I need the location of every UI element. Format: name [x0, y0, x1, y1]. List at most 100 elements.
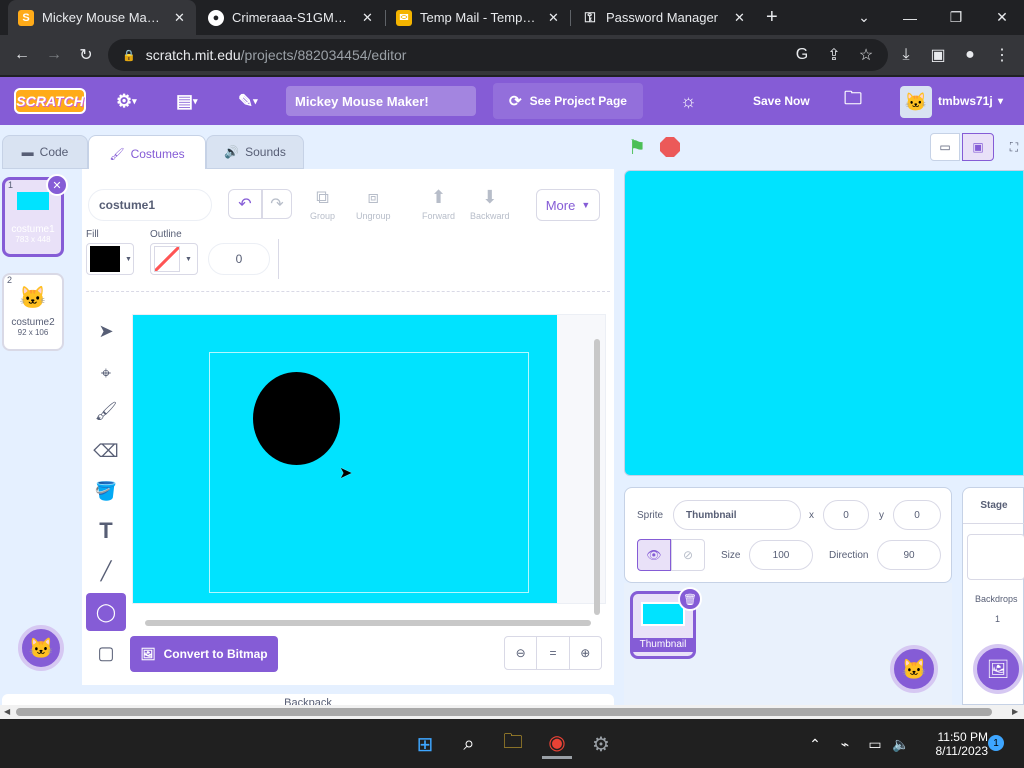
new-tab-icon[interactable]: + [766, 6, 778, 29]
forward-button[interactable]: ⬆ Forward [422, 187, 455, 221]
size-input[interactable]: 100 [749, 540, 813, 570]
sprite-name-input[interactable]: Thumbnail [673, 500, 801, 530]
stage-selector-panel[interactable]: Stage Backdrops 1 🖼 [962, 487, 1024, 705]
costume-name-input[interactable]: costume1 [88, 189, 212, 221]
fullscreen-icon[interactable]: ⛶ [1004, 133, 1024, 161]
choose-backdrop-button[interactable]: 🖼 [973, 644, 1023, 694]
restore-icon[interactable]: ❐ [936, 0, 976, 35]
group-button[interactable]: ⧉ Group [310, 187, 335, 221]
zoom-in-icon[interactable]: ⊕ [570, 637, 601, 669]
close-tab-icon[interactable]: ✕ [174, 10, 186, 26]
chrome-icon[interactable]: ◉ [542, 729, 572, 759]
back-icon[interactable]: ← [10, 43, 34, 67]
minimize-icon[interactable]: — [890, 0, 930, 35]
bookmark-star-icon[interactable]: ☆ [854, 43, 878, 67]
settings-gear-icon[interactable]: ⚙ [586, 729, 616, 759]
project-title-input[interactable]: Mickey Mouse Maker! [286, 86, 476, 116]
outline-color-picker[interactable]: ▼ [150, 243, 198, 275]
undo-icon[interactable]: ↶ [228, 189, 262, 219]
google-icon[interactable]: G [790, 43, 814, 67]
my-stuff-folder-icon[interactable]: 🗀 [844, 77, 862, 125]
browser-tab[interactable]: ⚿ Password Manager ✕ [572, 0, 756, 35]
save-now-button[interactable]: Save Now [753, 77, 810, 125]
close-tab-icon[interactable]: ✕ [362, 10, 374, 26]
scrollbar-thumb[interactable] [16, 708, 992, 716]
scroll-right-icon[interactable]: ▶ [1012, 707, 1018, 716]
vertical-scrollbar[interactable] [594, 339, 600, 615]
close-tab-icon[interactable]: ✕ [734, 10, 746, 26]
stage[interactable] [624, 170, 1024, 476]
network-icon[interactable]: ⌁ [830, 729, 860, 759]
volume-icon[interactable]: 🔈 [886, 729, 916, 759]
select-tool-icon[interactable]: ➤ [88, 313, 124, 349]
line-tool-icon[interactable]: ╱ [88, 553, 124, 589]
normal-stage-icon[interactable]: ▣ [962, 133, 994, 161]
search-icon[interactable]: ⌕ [454, 729, 484, 759]
hide-sprite-icon[interactable]: ⊘ [671, 539, 705, 571]
ungroup-button[interactable]: ⧈ Ungroup [356, 187, 391, 221]
clock[interactable]: 11:50 PM 8/11/2023 [918, 730, 989, 758]
circle-tool-icon[interactable]: ◯ [86, 593, 126, 631]
more-menu-button[interactable]: More ▼ [536, 189, 600, 221]
show-hidden-icons-icon[interactable]: ⌃ [800, 729, 830, 759]
windows-start-icon[interactable]: ⊞ [410, 729, 440, 759]
tab-sounds[interactable]: 🔊 Sounds [206, 135, 304, 169]
zoom-reset-button[interactable]: = [536, 637, 570, 669]
scratch-logo[interactable]: SCRATCH [14, 88, 86, 114]
browser-tab-active[interactable]: S Mickey Mouse Maker! - Scratch ✕ [8, 0, 196, 35]
profile-icon[interactable]: ● [958, 43, 982, 67]
backpack-header[interactable]: Backpack [2, 694, 614, 705]
black-ellipse-shape[interactable] [253, 372, 340, 465]
close-tab-icon[interactable]: ✕ [548, 10, 560, 26]
avatar[interactable]: 🐱 [900, 86, 932, 118]
paint-canvas[interactable]: ➤ [133, 315, 557, 603]
page-horizontal-scrollbar[interactable]: ◀ ▶ [0, 705, 1024, 719]
download-icon[interactable]: ⤓ [894, 43, 918, 67]
convert-to-bitmap-button[interactable]: 🖼 Convert to Bitmap [130, 636, 278, 672]
tab-search-icon[interactable]: ⌄ [844, 0, 884, 35]
share-icon[interactable]: ⇪ [822, 43, 846, 67]
x-input[interactable]: 0 [823, 500, 869, 530]
y-input[interactable]: 0 [893, 500, 941, 530]
redo-icon[interactable]: ↷ [262, 189, 292, 219]
zoom-out-icon[interactable]: ⊖ [505, 637, 536, 669]
tab-costumes[interactable]: 🖌 Costumes [88, 135, 206, 171]
rectangle-tool-icon[interactable]: ▢ [88, 635, 124, 671]
settings-gear-icon[interactable]: ⚙ ▾ [116, 77, 137, 125]
eraser-tool-icon[interactable]: ⌫ [88, 433, 124, 469]
text-tool-icon[interactable]: T [88, 513, 124, 549]
green-flag-icon[interactable]: ⚑ [628, 135, 646, 160]
username[interactable]: tmbws71j [938, 77, 993, 125]
forward-icon[interactable]: → [42, 43, 66, 67]
browser-tab[interactable]: ✉ Temp Mail - Temporary Email ✕ [386, 0, 570, 35]
fill-color-picker[interactable]: ▼ [86, 243, 134, 275]
direction-input[interactable]: 90 [877, 540, 941, 570]
delete-sprite-icon[interactable]: 🗑 [678, 587, 702, 611]
costume-tile[interactable]: 2 🐱 costume2 92 x 106 [2, 273, 64, 351]
brush-tool-icon[interactable]: 🖌 [88, 393, 124, 429]
reshape-tool-icon[interactable]: ⌖ [88, 355, 124, 391]
file-explorer-icon[interactable]: 🗀 [498, 729, 528, 759]
tab-code[interactable]: ▬ Code [2, 135, 88, 169]
fill-bucket-tool-icon[interactable]: 🪣 [88, 473, 124, 509]
account-dropdown-icon[interactable]: ▾ [998, 77, 1003, 125]
choose-costume-button[interactable]: 🐱 [18, 625, 64, 671]
reload-icon[interactable]: ↻ [74, 43, 98, 67]
see-project-page-button[interactable]: ⟳ See Project Page [493, 83, 643, 119]
close-window-icon[interactable]: ✕ [982, 0, 1022, 35]
small-stage-icon[interactable]: ▭ [930, 133, 960, 161]
edit-menu-icon[interactable]: ✎ ▾ [238, 77, 258, 125]
backward-button[interactable]: ⬇ Backward [470, 187, 510, 221]
menu-dots-icon[interactable]: ⋮ [990, 43, 1014, 67]
turbo-mode-icon[interactable]: ☼ [680, 77, 697, 125]
scroll-left-icon[interactable]: ◀ [4, 707, 10, 716]
notification-badge[interactable]: 1 [988, 735, 1004, 751]
file-menu-icon[interactable]: ▤ ▾ [176, 77, 198, 125]
address-bar[interactable]: 🔒 scratch.mit.edu/projects/882034454/edi… [108, 39, 888, 71]
side-panel-icon[interactable]: ▣ [926, 43, 950, 67]
stop-sign-icon[interactable] [660, 137, 680, 157]
horizontal-scrollbar[interactable] [145, 620, 591, 626]
browser-tab[interactable]: ● Crimeraaa-S1GMA (Crimeraaa) ✕ [198, 0, 384, 35]
show-sprite-eye-icon[interactable]: 👁 [637, 539, 671, 571]
delete-costume-icon[interactable]: ✕ [46, 174, 68, 196]
